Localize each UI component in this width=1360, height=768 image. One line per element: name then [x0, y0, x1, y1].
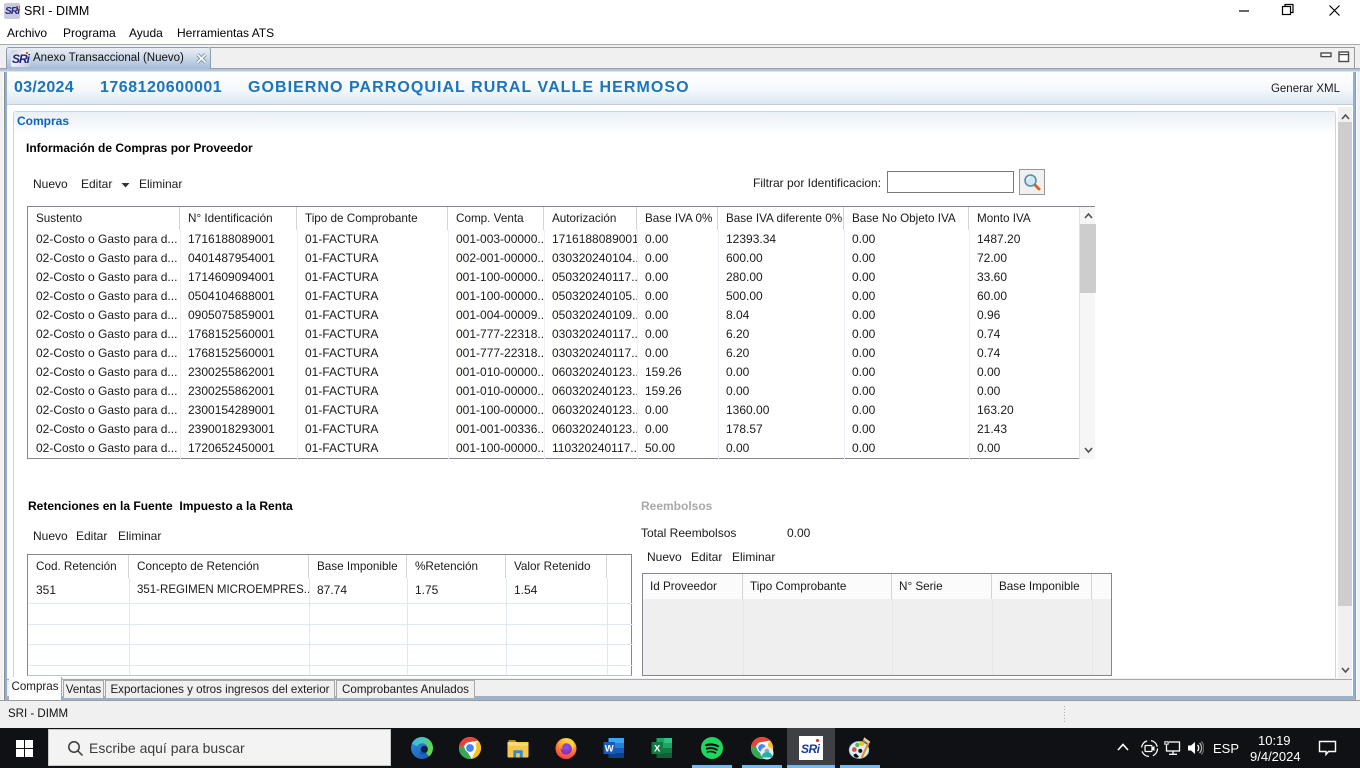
svg-text:W: W	[605, 744, 614, 755]
svg-text:X: X	[654, 744, 661, 755]
